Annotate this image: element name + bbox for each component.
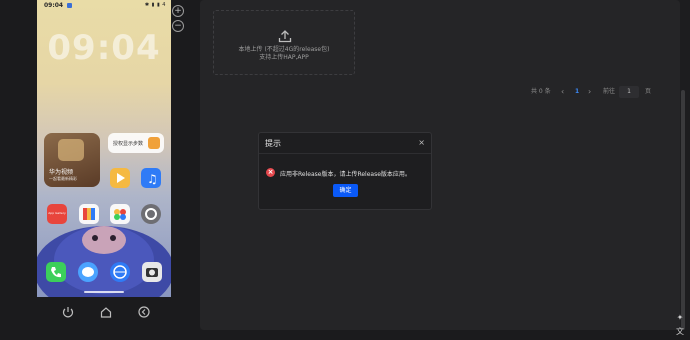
pagination-total: 共 0 条 [531,88,551,95]
upload-dropzone[interactable]: 本地上传 (不超过4G的release包) 支持上传HAP,APP [213,10,355,75]
svg-text:♫: ♫ [147,172,158,186]
pagination-goto-input[interactable]: 1 [619,86,639,98]
home-button[interactable] [99,304,113,318]
status-time: 09:04 [44,2,64,9]
zoom-out-icon: − [174,21,182,31]
dialog-divider [259,153,431,154]
notification-icon [67,3,72,8]
device-preview-panel: 09:04 ✱ ▮ ▮ 4 09:04 华为视频 一起看最新精彩 授权显示步数 … [0,0,200,340]
camera-app-icon[interactable] [142,262,162,282]
zoom-in-button[interactable]: + [172,5,184,17]
upload-icon [278,30,292,43]
back-button[interactable] [137,304,151,318]
music-app-icon[interactable]: ♫ [141,168,161,188]
pagination-prev-button[interactable]: ‹ [561,86,564,98]
phone-screen[interactable]: 09:04 ✱ ▮ ▮ 4 09:04 华为视频 一起看最新精彩 授权显示步数 … [37,0,171,297]
messages-app-icon[interactable] [78,262,98,282]
power-icon [62,307,74,318]
back-icon [138,306,150,318]
video-widget-title: 华为视频 [49,169,74,176]
steps-widget[interactable]: 授权显示步数 [108,133,164,153]
confirm-button[interactable]: 确定 [333,184,358,197]
pagination-goto-label: 前往 [603,88,616,95]
video-app-icon[interactable] [110,168,130,188]
translate-icon[interactable]: 文 [675,327,685,337]
home-icon [100,307,112,318]
upload-hint-secondary: 支持上传HAP,APP [259,54,309,61]
browser-app-icon[interactable] [110,262,130,282]
status-bar: 09:04 ✱ ▮ ▮ 4 [37,0,171,12]
video-widget-subtitle: 一起看最新精彩 [49,176,77,181]
steps-widget-label: 授权显示步数 [113,141,144,147]
steps-icon [148,137,160,149]
pagination-current-page[interactable]: 1 [575,86,579,98]
close-icon[interactable]: × [418,138,425,147]
power-button[interactable] [61,304,75,318]
sparkle-icon[interactable]: ✦ [675,313,685,323]
pagination-unit-label: 页 [645,88,652,95]
error-icon: × [266,168,275,177]
pagination-next-button[interactable]: › [588,86,591,98]
vertical-scrollbar[interactable] [681,90,685,330]
bottom-strip [0,330,690,340]
zoom-in-icon: + [174,6,182,16]
status-indicators: ✱ ▮ ▮ 4 [144,2,166,8]
alert-dialog: 提示 × × 应用非Release版本，请上传Release版本应用。 确定 [258,132,432,210]
video-widget-art [58,139,84,161]
dialog-title: 提示 [265,139,281,148]
zoom-out-button[interactable]: − [172,20,184,32]
home-indicator [84,291,124,293]
wallpaper-monster [37,226,171,297]
dialog-message: 应用非Release版本，请上传Release版本应用。 [280,171,411,178]
phone-app-icon[interactable] [46,262,66,282]
video-widget[interactable]: 华为视频 一起看最新精彩 [44,133,100,187]
lock-screen-clock: 09:04 [47,28,161,68]
